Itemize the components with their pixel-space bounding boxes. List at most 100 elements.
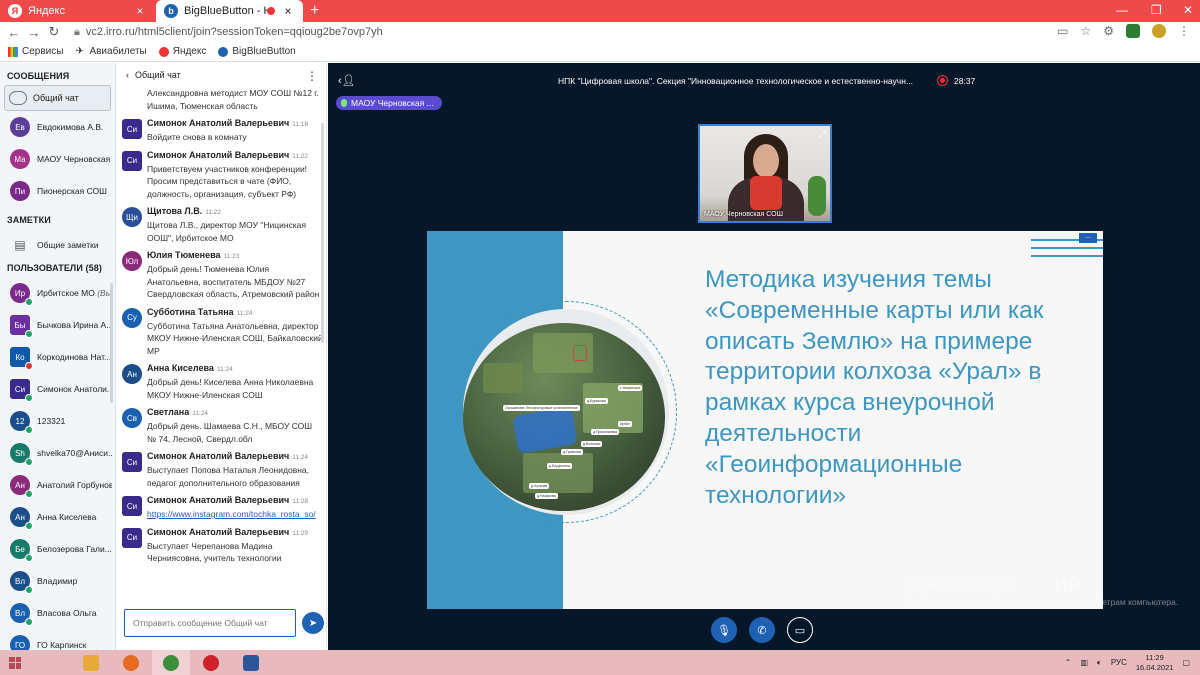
volume-icon[interactable]: 🔈︎ xyxy=(1097,658,1102,668)
new-tab-button[interactable]: + xyxy=(310,2,319,20)
recording-icon[interactable] xyxy=(937,75,948,86)
bookmark-bigbluebutton[interactable]: BigBlueButton xyxy=(218,46,296,57)
close-window-icon[interactable]: ✕ xyxy=(1183,3,1193,17)
public-chat-item[interactable]: Общий чат xyxy=(4,85,111,111)
chevron-left-icon[interactable]: ‹ xyxy=(126,70,129,80)
clock[interactable]: 11:29 16.04.2021 xyxy=(1136,653,1174,673)
network-icon[interactable]: ▥ xyxy=(1080,658,1088,667)
user-name: Симонок Анатоли... xyxy=(37,384,112,394)
author-name: Симонок Анатолий Валерьевич xyxy=(147,526,290,537)
bookmark-star-icon[interactable]: ☆ xyxy=(1080,24,1091,38)
firefox-icon xyxy=(123,654,139,671)
fullscreen-icon[interactable]: ⤢ xyxy=(819,129,826,140)
talking-indicator[interactable]: МАОУ Черновская ... xyxy=(336,96,442,110)
user-item[interactable]: Бе Белозерова Гали... xyxy=(0,533,115,565)
chat-scrollbar[interactable] xyxy=(321,123,324,343)
keyboard-language[interactable]: РУС xyxy=(1111,658,1127,667)
slide-options-button[interactable]: ... xyxy=(1079,233,1097,243)
user-item[interactable]: Ан Анна Киселева xyxy=(0,501,115,533)
user-item[interactable]: Вл Власова Ольга xyxy=(0,597,115,629)
message-link[interactable]: https://www.instagram.com/tochka_rosta_s… xyxy=(147,508,323,521)
avatar-initials: ГО xyxy=(14,640,26,650)
presentation-slide: ... Орошаемое Лесорнатуравое установленн… xyxy=(427,231,1103,609)
user-item[interactable]: Бы Бычкова Ирина А... xyxy=(0,309,115,341)
avatar: Ев xyxy=(10,117,30,137)
minimize-window-icon[interactable]: — xyxy=(1116,3,1128,17)
user-item[interactable]: Ко Коркодинова Нат... xyxy=(0,341,115,373)
chat-header: ‹ Общий чат ⋮ xyxy=(116,63,326,87)
private-chat-item[interactable]: Ма МАОУ Черновская ... xyxy=(0,143,115,175)
avatar: Ан xyxy=(10,475,33,498)
webcam-video[interactable]: МАОУ Черновская СОШ ⤢ xyxy=(698,124,832,223)
user-item[interactable]: Ир Ирбитское МО (Вы) xyxy=(0,277,115,309)
chat-bubble-icon xyxy=(9,91,27,105)
taskbar-word-button[interactable] xyxy=(232,650,270,675)
audio-status-icon xyxy=(25,618,33,626)
private-chat-item[interactable]: Ев Евдокимова А.В. xyxy=(0,111,115,143)
map-field xyxy=(483,363,523,393)
message-text: Добрый день! Киселева Анна Николаевна МК… xyxy=(147,377,314,400)
user-item[interactable]: ГО ГО Карпинск xyxy=(0,629,115,650)
chat-message: Си Симонок Анатолий Валерьевич 11:24 Выступ… xyxy=(116,450,327,489)
avatar-initials: Вл xyxy=(14,576,25,586)
message-author: Щитова Л.В. 11:22 xyxy=(147,205,323,219)
user-item[interactable]: Ан Анатолий Горбунов xyxy=(0,469,115,501)
slide-title: Методика изучения темы «Современные карт… xyxy=(705,266,1044,509)
user-name: Бычкова Ирина А... xyxy=(37,320,112,330)
extension-icon[interactable]: ⚙ xyxy=(1103,24,1114,38)
private-chat-item[interactable]: Пи Пионерская СОШ xyxy=(0,175,115,207)
chat-message: Юл Юлия Тюменева 11:23 Добрый день! Тюменев… xyxy=(116,249,327,301)
notifications-icon[interactable]: ▢ xyxy=(1182,658,1190,667)
webcam-person-face xyxy=(753,144,779,178)
private-chat-list: Ев Евдокимова А.В. Ма МАОУ Черновская ... Пи… xyxy=(0,111,115,207)
taskbar-opera-button[interactable] xyxy=(192,650,230,675)
url-input[interactable]: vc2.irro.ru/html5client/join?sessionToke… xyxy=(86,26,383,38)
taskbar-explorer-button[interactable] xyxy=(72,650,110,675)
chrome-icon xyxy=(163,654,179,671)
close-tab-icon[interactable]: × xyxy=(281,4,295,18)
toggle-userlist-icon[interactable]: ‹👤︎ xyxy=(338,74,356,87)
fullscreen-presentation-icon[interactable]: ⤢ xyxy=(1091,596,1099,607)
message-author: Симонок Анатолий Валерьевич 11:24 xyxy=(147,450,323,464)
tab-yandex[interactable]: Я Яндекс × xyxy=(0,0,155,22)
user-item[interactable]: Sh shvelka70@Аниси... xyxy=(0,437,115,469)
close-tab-icon[interactable]: × xyxy=(133,4,147,18)
reload-icon[interactable]: ↻ xyxy=(44,24,64,40)
profile-avatar-icon[interactable] xyxy=(1152,24,1166,38)
user-name: Коркодинова Нат... xyxy=(37,352,112,362)
user-item[interactable]: 12 123321 xyxy=(0,405,115,437)
shared-notes-item[interactable]: ▤ Общие заметки xyxy=(0,229,115,261)
avatar-initials: Ев xyxy=(15,122,25,132)
tab-bigbluebutton[interactable]: b BigBlueButton - НПК "Циф × xyxy=(156,0,303,22)
share-webcam-button[interactable]: ▭ xyxy=(787,617,813,643)
bbb-icon xyxy=(218,46,229,57)
user-name: Ирбитское МО (Вы) xyxy=(37,288,112,298)
bookmark-services[interactable]: Сервисы xyxy=(8,46,63,57)
forward-icon[interactable]: → xyxy=(24,25,44,40)
send-message-button[interactable]: ➤ xyxy=(302,612,324,634)
menu-kebab-icon[interactable]: ⋮ xyxy=(1178,24,1190,38)
user-item[interactable]: Вл Владимир xyxy=(0,565,115,597)
chat-message-input[interactable] xyxy=(124,609,296,637)
bookmark-yandex[interactable]: Яндекс xyxy=(158,46,206,57)
message-author: Субботина Татьяна 11:24 xyxy=(147,306,323,320)
camera-permission-icon[interactable]: ▭ xyxy=(1057,24,1068,38)
userlist-scrollbar[interactable] xyxy=(110,283,113,403)
taskbar-chrome-button[interactable] xyxy=(152,650,190,675)
extension-green-icon[interactable] xyxy=(1126,24,1140,38)
start-button[interactable] xyxy=(0,650,30,675)
chat-options-icon[interactable]: ⋮ xyxy=(306,69,318,83)
message-text: Выступает Попова Наталья Леонидовна, пед… xyxy=(147,465,309,488)
avatar: Бы xyxy=(10,315,33,338)
microphone-toggle-button[interactable]: 🎙︎ xyxy=(711,617,737,643)
lock-icon[interactable]: 🔒︎ xyxy=(74,26,80,39)
maximize-window-icon[interactable]: ❐ xyxy=(1151,3,1162,17)
taskbar-firefox-button[interactable] xyxy=(112,650,150,675)
map-label: д.Бердюгина xyxy=(547,463,572,469)
bookmark-aviatickets[interactable]: ✈ Авиабилеты xyxy=(75,46,146,57)
tray-chevron-icon[interactable]: ⌃ xyxy=(1065,658,1072,667)
back-icon[interactable]: ← xyxy=(4,25,24,40)
user-item[interactable]: Си Симонок Анатоли... xyxy=(0,373,115,405)
leave-audio-button[interactable]: ✆ xyxy=(749,617,775,643)
user-name: Владимир xyxy=(37,576,112,586)
